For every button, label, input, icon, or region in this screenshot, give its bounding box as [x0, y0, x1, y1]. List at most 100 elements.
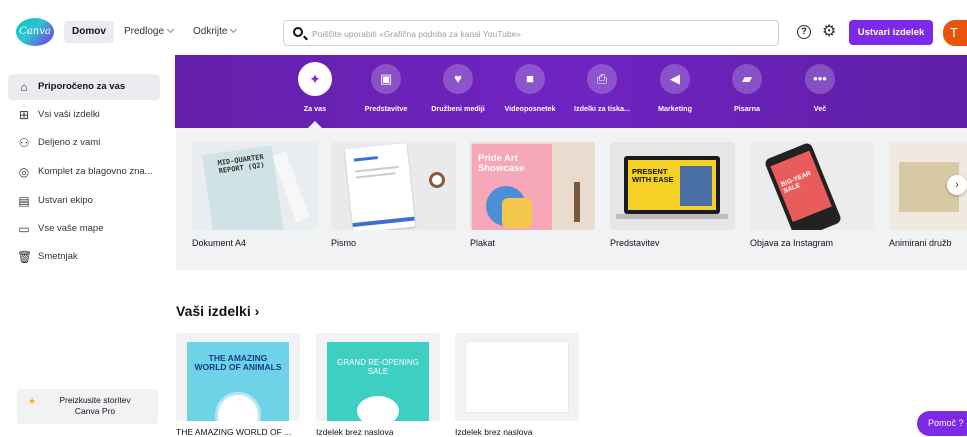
question-icon[interactable]: ? [797, 25, 811, 39]
template-label: Animirani družb [889, 238, 952, 248]
template-card-a4[interactable]: MID-QUARTER REPORT (Q2) Dokument A4 [192, 142, 317, 248]
sidebar-item-trash[interactable]: 🗑 Smetnjak [8, 244, 160, 270]
template-card-poster[interactable]: Pride Art Showcase Plakat [470, 142, 595, 248]
design-card[interactable]: Izdelek brez naslova [455, 333, 579, 437]
sidebar-item-label: Smetnjak [38, 251, 78, 262]
crown-icon: ★ [28, 396, 37, 406]
design-card[interactable]: GRAND RE-OPENING SALE Izdelek brez naslo… [316, 333, 440, 437]
sidebar: ⌂ Priporočeno za vas ⊞ Vsi vaši izdelki … [0, 58, 175, 437]
grid-icon: ⊞ [18, 108, 30, 122]
sidebar-item-create-team[interactable]: ▤ Ustvari ekipo [8, 188, 160, 214]
create-design-button[interactable]: Ustvari izdelek [849, 20, 933, 45]
category-video[interactable]: ■ Videoposnetek [500, 64, 560, 113]
try-pro-line2: Canva Pro [74, 406, 116, 416]
more-icon: ••• [805, 64, 835, 94]
template-thumb-text: PRESENT WITH EASE [632, 167, 674, 184]
category-label: Marketing [658, 104, 692, 113]
sidebar-item-label: Vse vaše mape [38, 223, 104, 234]
category-more[interactable]: ••• Več [790, 64, 850, 113]
design-thumbnail: THE AMAZING WORLD OF ANIMALS [176, 333, 300, 421]
chevron-down-icon [166, 25, 175, 34]
category-label: Predstavitve [364, 104, 408, 113]
letter-header-bar [353, 156, 378, 162]
help-button[interactable]: Pomoč ? [917, 411, 967, 436]
category-banner: ✦ Za vas ▣ Predstavitve ♥ Družbeni medij… [175, 55, 967, 128]
category-for-you[interactable]: ✦ Za vas [285, 62, 345, 113]
template-thumbnail: MID-QUARTER REPORT (Q2) [192, 142, 317, 230]
active-category-pointer [308, 121, 322, 128]
category-label: Videoposnetek [504, 104, 556, 113]
template-thumbnail [331, 142, 456, 230]
nav-discover[interactable]: Odkrijte [193, 21, 238, 43]
design-label: THE AMAZING WORLD OF ... [176, 427, 292, 437]
sidebar-item-label: Ustvari ekipo [38, 195, 93, 206]
canva-logo[interactable]: Canva [16, 18, 54, 46]
watch-icon [429, 172, 445, 188]
sidebar-item-label: Deljeno z vami [38, 137, 101, 148]
brand-kit-icon: ◎ [18, 165, 30, 179]
blank-canvas-shape [466, 342, 568, 412]
design-canvas-shape: GRAND RE-OPENING SALE [327, 342, 429, 421]
template-label: Dokument A4 [192, 238, 247, 248]
poster-shape: Pride Art Showcase [472, 144, 552, 230]
category-label: Za vas [303, 104, 327, 113]
sparkle-icon: ✦ [298, 62, 332, 96]
template-label: Predstavitev [610, 238, 660, 248]
category-social-media[interactable]: ♥ Družbeni mediji [428, 64, 488, 113]
template-card-presentation[interactable]: PRESENT WITH EASE Predstavitev [610, 142, 735, 248]
vase-shape [574, 182, 580, 222]
folder-icon: ▭ [18, 222, 30, 236]
avatar[interactable]: T [943, 20, 967, 46]
nav-home[interactable]: Domov [64, 21, 114, 43]
people-icon: ⚇ [18, 136, 30, 150]
letter-page-shape [344, 142, 416, 230]
search-icon [293, 27, 303, 37]
design-canvas-shape: THE AMAZING WORLD OF ANIMALS [187, 342, 289, 421]
template-card-animated-social[interactable]: Animirani družb [889, 142, 967, 248]
chevron-right-icon: › [254, 303, 260, 319]
social-heart-icon: ♥ [443, 64, 473, 94]
sidebar-item-recommended[interactable]: ⌂ Priporočeno za vas [8, 74, 160, 100]
phone-shape: BIG-YEAR SALE [763, 142, 843, 230]
category-print[interactable]: ⎙ Izdelki za tiska... [572, 64, 632, 113]
your-designs-heading[interactable]: Vaši izdelki › [176, 303, 259, 319]
nav-templates-label: Predloge [124, 26, 165, 37]
search-box [283, 20, 779, 46]
team-icon: ▤ [18, 194, 30, 208]
template-label: Pismo [331, 238, 357, 248]
top-bar: Canva Domov Predloge Odkrijte ? ⚙ Ustvar… [0, 0, 967, 55]
try-pro-button[interactable]: ★ Preizkusite storitev Canva Pro [17, 389, 158, 424]
sidebar-item-shared[interactable]: ⚇ Deljeno z vami [8, 130, 160, 156]
sidebar-item-label: Komplet za blagovno zna... [38, 166, 153, 177]
gear-icon[interactable]: ⚙ [822, 23, 836, 41]
design-circle-shape [357, 396, 399, 421]
template-label: Objava za Instagram [750, 238, 834, 248]
category-label: Pisarna [734, 104, 760, 113]
nav-templates[interactable]: Predloge [124, 21, 175, 43]
template-card-letter[interactable]: Pismo [331, 142, 456, 248]
sidebar-item-all-designs[interactable]: ⊞ Vsi vaši izdelki [8, 102, 160, 128]
template-card-instagram[interactable]: BIG-YEAR SALE Objava za Instagram [750, 142, 875, 248]
template-label: Plakat [470, 238, 496, 248]
trash-icon: 🗑 [17, 250, 33, 264]
slide-background-shape: PRESENT WITH EASE [628, 160, 716, 210]
phone-screen-shape: BIG-YEAR SALE [770, 150, 832, 223]
template-thumb-text: Pride Art Showcase [478, 153, 525, 174]
category-office[interactable]: ▰ Pisarna [717, 64, 777, 113]
category-presentations[interactable]: ▣ Predstavitve [356, 64, 416, 113]
carousel-next-button[interactable]: › [947, 175, 967, 195]
category-label: Izdelki za tiska... [574, 104, 630, 113]
poster-square-shape [502, 198, 532, 228]
sidebar-item-brand-kit[interactable]: ◎ Komplet za blagovno zna... [8, 159, 160, 185]
design-thumbnail [455, 333, 579, 421]
try-pro-line1: Preizkusite storitev [59, 395, 131, 405]
sidebar-item-label: Vsi vaši izdelki [38, 109, 100, 120]
sidebar-item-folders[interactable]: ▭ Vse vaše mape [8, 216, 160, 242]
laptop-screen-shape: PRESENT WITH EASE [624, 156, 720, 214]
design-label: Izdelek brez naslova [316, 427, 394, 437]
nav-discover-label: Odkrijte [193, 26, 228, 37]
design-card[interactable]: THE AMAZING WORLD OF ANIMALS THE AMAZING… [176, 333, 300, 437]
design-thumb-text: GRAND RE-OPENING SALE [337, 358, 419, 376]
search-input[interactable] [312, 26, 752, 42]
category-marketing[interactable]: ◀ Marketing [645, 64, 705, 113]
